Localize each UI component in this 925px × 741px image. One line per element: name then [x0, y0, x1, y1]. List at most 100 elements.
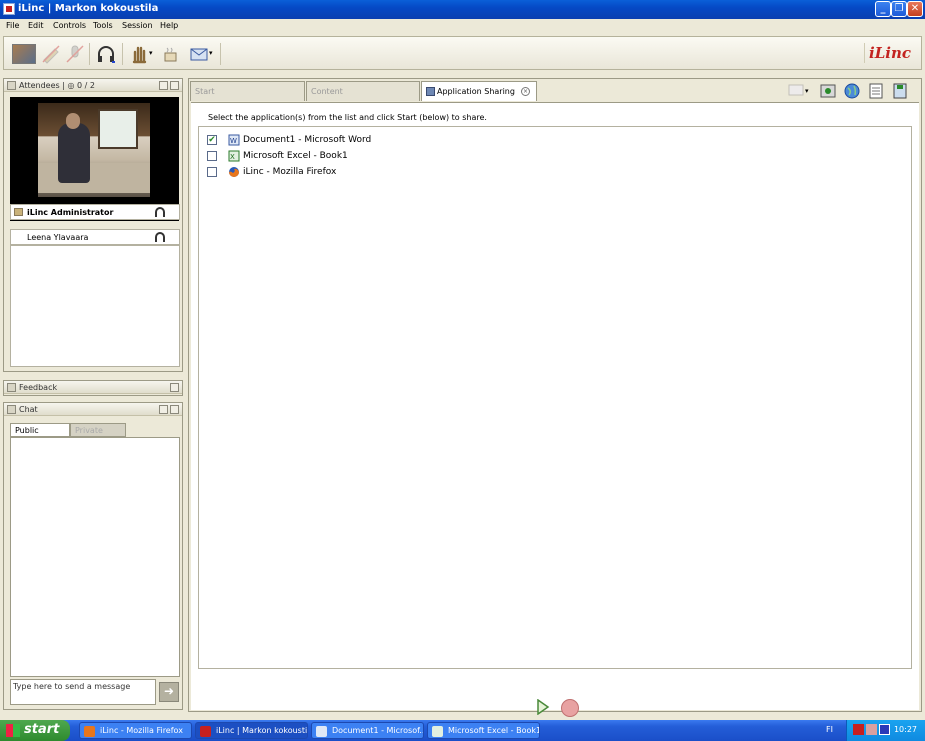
video-icon[interactable] — [12, 44, 36, 64]
attendees-panel: Attendees | ◎ 0 / 2 iLinc Administrator … — [3, 78, 183, 372]
stop-sharing-button[interactable] — [561, 699, 579, 717]
attendees-header: Attendees | ◎ 0 / 2 — [4, 79, 182, 92]
headset-icon — [155, 232, 165, 242]
whiteboard-icon[interactable] — [787, 82, 805, 100]
menu-edit[interactable]: Edit — [28, 21, 44, 30]
app-label: iLinc - Mozilla Firefox — [243, 167, 337, 177]
mcafee-icon[interactable] — [853, 724, 864, 735]
window-title: iLinc | Markon kokoustila — [18, 3, 159, 14]
attendee-count-icon: ◎ — [67, 81, 75, 90]
panel-minimize-button[interactable] — [159, 405, 168, 414]
pencil-disabled-icon[interactable] — [41, 44, 61, 64]
taskbar-item-ilinc[interactable]: iLinc | Markon kokoustila — [195, 722, 308, 739]
ilinc-app-icon — [3, 3, 15, 15]
taskbar-item-firefox[interactable]: iLinc - Mozilla Firefox — [79, 722, 192, 739]
arrow-right-icon: ➜ — [163, 684, 175, 698]
email-dropdown-icon[interactable]: ▾ — [209, 49, 217, 69]
menu-help[interactable]: Help — [160, 21, 178, 30]
app-label: Document1 - Microsoft Word — [243, 135, 372, 145]
screen-capture-icon[interactable] — [819, 82, 837, 100]
menu-controls[interactable]: Controls — [53, 21, 86, 30]
headset-icon[interactable] — [96, 44, 116, 64]
chat-header: Chat — [4, 403, 182, 416]
application-sharing-icon — [426, 87, 435, 96]
sharing-instruction: Select the application(s) from the list … — [208, 113, 487, 122]
close-button[interactable]: ✕ — [907, 1, 923, 17]
pin-icon[interactable] — [7, 383, 16, 392]
web-browser-icon[interactable] — [843, 82, 861, 100]
main-content: Start Content Application Sharing × ▾ Se… — [188, 78, 922, 717]
minimize-button[interactable]: _ — [875, 1, 891, 17]
tab-private[interactable]: Private — [70, 423, 126, 437]
application-sharing-pane: Select the application(s) from the list … — [191, 102, 919, 717]
taskbar-item-word[interactable]: Document1 - Microsof... — [311, 722, 424, 739]
excel-icon: X — [228, 150, 240, 162]
attendee-row[interactable]: Leena Ylavaara — [10, 229, 180, 245]
feedback-header: Feedback — [4, 381, 182, 394]
pin-icon[interactable] — [7, 405, 16, 414]
app-checkbox[interactable] — [207, 151, 217, 161]
app-checkbox[interactable] — [207, 167, 217, 177]
feedback-title: Feedback — [19, 383, 58, 392]
word-icon — [316, 726, 327, 737]
main-toolbar: ▾ ▾ iLinc — [3, 36, 922, 70]
presenter-row[interactable]: iLinc Administrator — [10, 204, 180, 220]
taskbar: start iLinc - Mozilla Firefox iLinc | Ma… — [0, 720, 925, 741]
language-indicator[interactable]: FI — [826, 725, 833, 734]
ilinc-app-icon — [200, 726, 211, 737]
tab-application-sharing[interactable]: Application Sharing × — [421, 81, 537, 101]
play-icon — [537, 698, 550, 716]
chat-title: Chat — [19, 405, 38, 414]
word-icon: W — [228, 134, 240, 146]
raise-hand-icon[interactable] — [129, 44, 149, 64]
maximize-button[interactable]: ❐ — [891, 1, 907, 17]
firefox-icon — [84, 726, 95, 737]
tab-public[interactable]: Public — [10, 423, 70, 437]
microphone-disabled-icon[interactable] — [65, 44, 85, 64]
svg-text:W: W — [230, 137, 237, 145]
app-label: Microsoft Excel - Book1 — [243, 151, 348, 161]
headset-icon — [155, 207, 165, 217]
system-tray: 10:27 — [846, 720, 925, 741]
presenter-name: iLinc Administrator — [27, 208, 114, 217]
excel-icon — [432, 726, 443, 737]
content-toolbar: ▾ — [787, 82, 917, 102]
start-button[interactable]: start — [0, 720, 70, 741]
close-tab-icon[interactable]: × — [521, 87, 530, 96]
app-checkbox[interactable]: ✔ — [207, 135, 217, 145]
firefox-icon — [229, 167, 239, 177]
attendees-title: Attendees | ◎ 0 / 2 — [19, 81, 95, 90]
start-label: start — [24, 722, 60, 737]
chat-panel: Chat Public Private Type here to send a … — [3, 402, 183, 710]
chat-message-input[interactable]: Type here to send a message — [10, 679, 156, 705]
chat-messages — [10, 437, 180, 677]
start-sharing-button[interactable] — [536, 698, 550, 716]
panel-minimize-button[interactable] — [159, 81, 168, 90]
email-icon[interactable] — [189, 44, 209, 64]
pin-icon[interactable] — [7, 81, 16, 90]
windows-logo-icon — [6, 724, 20, 737]
panel-maximize-button[interactable] — [170, 81, 179, 90]
presenter-icon — [14, 208, 23, 216]
menu-file[interactable]: File — [6, 21, 19, 30]
tab-start[interactable]: Start — [190, 81, 305, 101]
network-icon[interactable] — [866, 724, 877, 735]
coffee-cup-icon[interactable] — [161, 44, 181, 64]
application-list: ✔ W Document1 - Microsoft Word X Microso… — [198, 126, 912, 669]
menu-session[interactable]: Session — [122, 21, 153, 30]
menu-tools[interactable]: Tools — [93, 21, 113, 30]
send-message-button[interactable]: ➜ — [159, 682, 179, 702]
checklist-icon[interactable] — [867, 82, 885, 100]
tab-content[interactable]: Content — [306, 81, 420, 101]
presenter-video — [10, 97, 179, 221]
svg-text:X: X — [230, 153, 235, 161]
panel-maximize-button[interactable] — [170, 405, 179, 414]
save-icon[interactable] — [891, 82, 909, 100]
attendee-name: Leena Ylavaara — [27, 233, 89, 242]
taskbar-item-excel[interactable]: Microsoft Excel - Book1 — [427, 722, 540, 739]
raise-hand-dropdown-icon[interactable]: ▾ — [149, 49, 157, 69]
title-bar: iLinc | Markon kokoustila _ ❐ ✕ — [0, 0, 925, 19]
panel-maximize-button[interactable] — [170, 383, 179, 392]
menu-bar: File Edit Controls Tools Session Help — [0, 19, 925, 34]
monitor-icon[interactable] — [879, 724, 890, 735]
